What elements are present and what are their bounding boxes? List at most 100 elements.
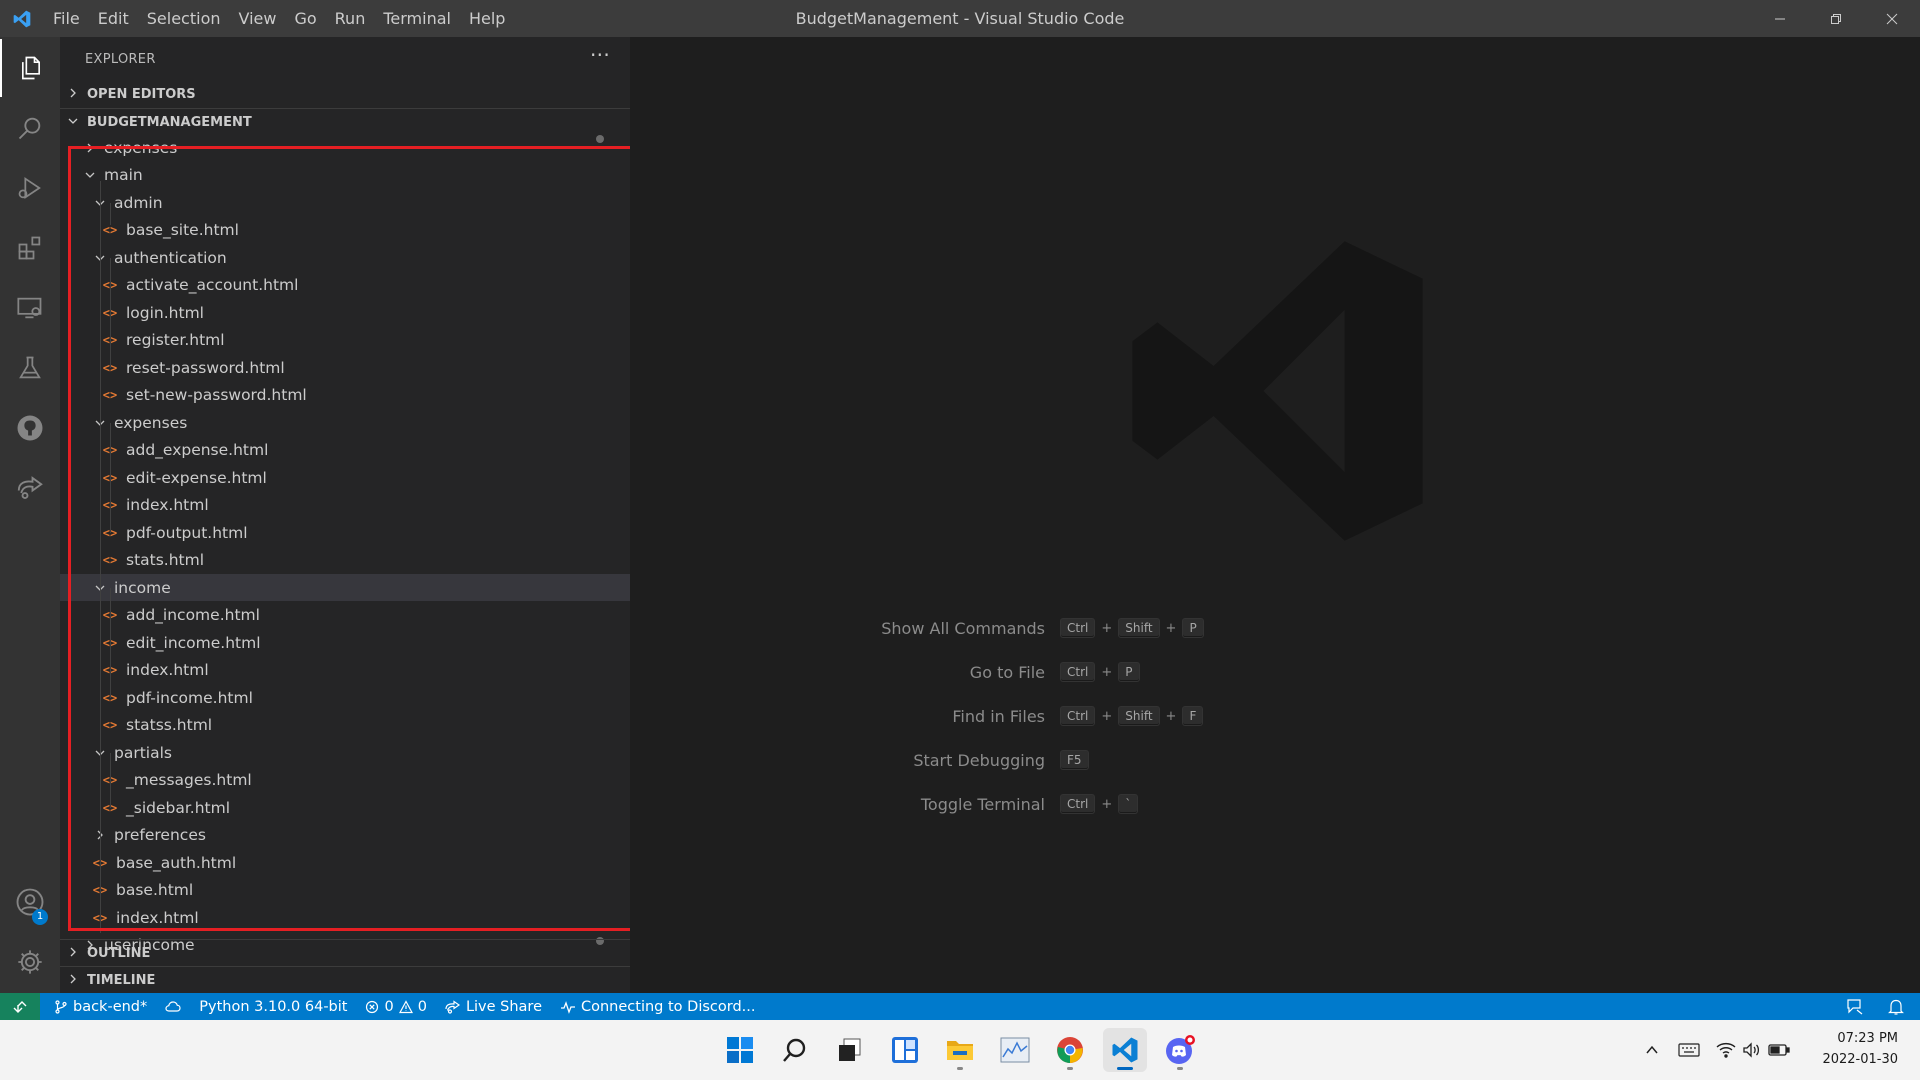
gear-icon[interactable]: [0, 933, 60, 991]
vscode-icon[interactable]: [1103, 1028, 1147, 1072]
chevron-up-icon[interactable]: [1644, 1042, 1660, 1058]
tree-file[interactable]: <>index.html: [60, 492, 630, 519]
extensions-icon[interactable]: [0, 219, 60, 277]
search-icon[interactable]: [773, 1028, 817, 1072]
minimize-button[interactable]: [1752, 0, 1808, 37]
tree-item-label: admin: [114, 193, 163, 212]
tree-file[interactable]: <>index.html: [60, 657, 630, 684]
menu-terminal[interactable]: Terminal: [374, 0, 460, 37]
accounts-icon[interactable]: 1: [0, 873, 60, 931]
explorer-icon[interactable]: [0, 39, 60, 97]
timeline-label: TIMELINE: [87, 973, 156, 988]
menu-selection[interactable]: Selection: [138, 0, 230, 37]
run-debug-icon[interactable]: [0, 159, 60, 217]
file-explorer-icon[interactable]: [938, 1028, 982, 1072]
volume-icon[interactable]: [1742, 1042, 1762, 1058]
more-actions-button[interactable]: ···: [590, 43, 610, 67]
tree-file[interactable]: <>base.html: [60, 877, 630, 904]
tree-folder[interactable]: partials: [60, 739, 630, 766]
chrome-icon[interactable]: [1048, 1028, 1092, 1072]
tree-folder[interactable]: main: [60, 162, 630, 189]
tree-file[interactable]: <> stats.html: [60, 547, 630, 574]
running-indicator: [1067, 1067, 1073, 1070]
keyboard-icon[interactable]: [1678, 1042, 1700, 1058]
tree-item-label: main: [104, 166, 143, 184]
performance-monitor-icon[interactable]: [993, 1028, 1037, 1072]
shortcut-keys: Ctrl + P: [1060, 662, 1140, 682]
github-icon[interactable]: [0, 399, 60, 457]
tree-file[interactable]: <> statss.html: [60, 712, 630, 739]
tree-file[interactable]: <>add_expense.html: [60, 437, 630, 464]
tree-file[interactable]: <>_messages.html: [60, 767, 630, 794]
tree-file[interactable]: <> base_site.html: [60, 217, 630, 244]
tree-folder[interactable]: admin: [60, 189, 630, 216]
battery-icon[interactable]: [1768, 1043, 1790, 1057]
menu-view[interactable]: View: [230, 0, 286, 37]
feedback-icon[interactable]: [1846, 998, 1864, 1016]
tree-item-label: base.html: [116, 881, 194, 899]
menu-file[interactable]: File: [44, 0, 89, 37]
explorer-header: EXPLORER ···: [60, 37, 630, 81]
clock[interactable]: 07:23 PM 2022-01-30: [1822, 1028, 1898, 1070]
branch-status[interactable]: back-end*: [54, 999, 147, 1015]
tree-file[interactable]: <>_sidebar.html: [60, 794, 630, 821]
tree-folder[interactable]: income: [60, 574, 630, 601]
search-icon[interactable]: [0, 99, 60, 157]
tree-item-label: add_income.html: [126, 606, 260, 624]
tree-folder[interactable]: preferences: [60, 822, 630, 849]
tree-file[interactable]: <>add_income.html: [60, 602, 630, 629]
discord-status[interactable]: Connecting to Discord...: [560, 999, 755, 1015]
tree-file[interactable]: <> set-new-password.html: [60, 382, 630, 409]
accounts-badge: 1: [32, 909, 48, 925]
problems-status[interactable]: 0 0: [365, 999, 427, 1015]
project-section[interactable]: BUDGETMANAGEMENT: [60, 108, 630, 136]
menu-help[interactable]: Help: [460, 0, 514, 37]
tree-folder[interactable]: expenses: [60, 409, 630, 436]
tree-file[interactable]: <>reset-password.html: [60, 354, 630, 381]
tree-file[interactable]: <>login.html: [60, 299, 630, 326]
tree-folder[interactable]: authentication: [60, 244, 630, 271]
restore-button[interactable]: [1808, 0, 1864, 37]
tree-file[interactable]: <>base_auth.html: [60, 849, 630, 876]
wifi-icon[interactable]: [1716, 1042, 1736, 1058]
testing-icon[interactable]: [0, 339, 60, 397]
tree-file[interactable]: <>activate_account.html: [60, 272, 630, 299]
timeline-section[interactable]: TIMELINE: [60, 966, 630, 994]
live-share-status[interactable]: Live Share: [445, 999, 542, 1015]
windows-start-icon[interactable]: [718, 1028, 762, 1072]
explorer-sidebar: EXPLORER ··· OPEN EDITORS BUDGETMANAGEME…: [60, 37, 630, 993]
outline-section[interactable]: OUTLINE: [60, 939, 630, 967]
tree-file[interactable]: <>edit_income.html: [60, 629, 630, 656]
tree-file[interactable]: <>edit-expense.html: [60, 464, 630, 491]
tree-file[interactable]: <>pdf-output.html: [60, 519, 630, 546]
bell-icon[interactable]: [1888, 998, 1904, 1016]
chevron-right-icon: [62, 946, 84, 962]
close-button[interactable]: [1864, 0, 1920, 37]
tree-file[interactable]: <>index.html: [60, 904, 630, 931]
live-share-icon[interactable]: [0, 459, 60, 517]
discord-icon[interactable]: [1158, 1028, 1202, 1072]
key-separator: +: [1101, 664, 1113, 680]
warning-icon: [398, 999, 413, 1013]
shortcut-row: Toggle Terminal Ctrl + `: [630, 793, 1330, 815]
tree-item-label: stats.html: [126, 551, 205, 569]
menu-go[interactable]: Go: [285, 0, 325, 37]
open-editors-section[interactable]: OPEN EDITORS: [60, 81, 630, 108]
indent-guide: [110, 258, 111, 368]
tree-file[interactable]: <>register.html: [60, 327, 630, 354]
key-separator: +: [1165, 620, 1177, 636]
tree-file[interactable]: <>pdf-income.html: [60, 684, 630, 711]
shortcut-row: Find in Files Ctrl + Shift + F: [630, 705, 1330, 727]
remote-indicator-icon[interactable]: [0, 993, 40, 1020]
menu-edit[interactable]: Edit: [89, 0, 138, 37]
sync-button[interactable]: [165, 1000, 181, 1014]
vscode-logo-icon[interactable]: [0, 0, 44, 37]
running-indicator: [957, 1067, 963, 1070]
menu-run[interactable]: Run: [326, 0, 375, 37]
python-interpreter[interactable]: Python 3.10.0 64-bit: [199, 999, 347, 1015]
tree-folder[interactable]: expenses: [60, 141, 630, 161]
remote-explorer-icon[interactable]: [0, 279, 60, 337]
widgets-icon[interactable]: [883, 1028, 927, 1072]
chevron-right-icon: [62, 87, 84, 103]
task-view-icon[interactable]: [828, 1028, 872, 1072]
